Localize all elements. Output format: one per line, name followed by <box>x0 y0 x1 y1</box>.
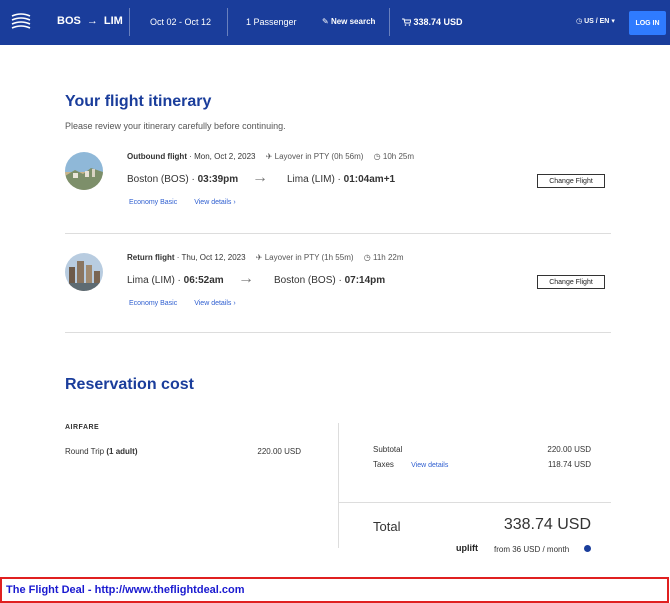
change-flight-button[interactable]: Change Flight <box>537 174 605 188</box>
round-trip-label: Round Trip <box>65 447 105 456</box>
page-title: Your flight itinerary <box>65 93 212 110</box>
taxes-row: Taxes View details 118.74 USD <box>373 460 591 469</box>
chevron-right-icon: › <box>233 199 236 206</box>
flight-date: · Thu, Oct 12, 2023 <box>174 253 246 262</box>
cart-total-amount: 338.74 USD <box>413 17 463 27</box>
destination-code: LIM <box>103 15 123 27</box>
section-divider <box>65 233 611 234</box>
fare-class-link[interactable]: Economy Basic <box>129 199 177 206</box>
departure-info: Boston (BOS) · 03:39pm <box>127 174 238 185</box>
fare-class-link[interactable]: Economy Basic <box>129 300 177 307</box>
arrow-right-icon: → <box>238 270 254 287</box>
taxes-label: Taxes <box>373 460 394 469</box>
departure-info: Lima (LIM) · 06:52am <box>127 275 224 286</box>
reservation-title: Reservation cost <box>65 376 194 393</box>
travel-dates[interactable]: Oct 02 - Oct 12 <box>150 17 211 27</box>
section-divider <box>65 332 611 333</box>
info-icon[interactable] <box>584 545 591 552</box>
flight-type: Return flight <box>127 253 175 262</box>
departure-city: Boston (BOS) · <box>127 174 198 185</box>
plane-icon: ✈ <box>265 152 273 161</box>
change-flight-button[interactable]: Change Flight <box>537 275 605 289</box>
arrival-city: Boston (BOS) · <box>274 275 345 286</box>
subtotal-label: Subtotal <box>373 445 403 454</box>
airfare-label: AIRFARE <box>65 424 100 431</box>
outbound-flight-card: Outbound flight · Mon, Oct 2, 2023 ✈ Lay… <box>65 152 611 237</box>
page-subtitle: Please review your itinerary carefully b… <box>65 121 286 131</box>
destination-photo <box>65 152 103 190</box>
header-divider <box>129 8 130 36</box>
arrival-time: 07:14pm <box>344 275 386 286</box>
destination-photo <box>65 253 103 291</box>
arrival-city: Lima (LIM) · <box>287 174 344 185</box>
flight-date: · Mon, Oct 2, 2023 <box>186 152 256 161</box>
passenger-count[interactable]: 1 Passenger <box>246 17 297 27</box>
flight-duration: 11h 22m <box>372 253 404 262</box>
top-nav-bar: BOS → LIM Oct 02 - Oct 12 1 Passenger ✎ Ne… <box>0 0 670 45</box>
flight-heading: Return flight · Thu, Oct 12, 2023 ✈ Layo… <box>127 253 404 262</box>
flight-links: Economy Basic View details › <box>129 199 236 206</box>
cart-icon <box>402 18 412 26</box>
total-label: Total <box>373 519 401 534</box>
uplift-monthly-text: from 36 USD / month <box>494 545 570 554</box>
globe-icon: ◷ <box>576 18 583 25</box>
arrow-right-icon: → <box>252 169 268 186</box>
flight-heading: Outbound flight · Mon, Oct 2, 2023 ✈ Lay… <box>127 152 414 161</box>
locale-selector[interactable]: ◷ US / EN ▾ <box>576 17 615 25</box>
flight-type: Outbound flight <box>127 152 187 161</box>
cost-column-divider <box>338 423 339 548</box>
taxes-amount: 118.74 USD <box>548 460 591 469</box>
locale-label: US / EN <box>584 18 610 25</box>
arrival-info: Lima (LIM) · 01:04am+1 <box>287 174 395 185</box>
departure-time: 06:52am <box>183 275 224 286</box>
cart-total[interactable]: 338.74 USD <box>402 17 463 27</box>
clock-icon: ◷ <box>363 253 371 262</box>
layover-info: Layover in PTY (0h 56m) <box>274 152 364 161</box>
view-details-link[interactable]: View details › <box>194 199 236 206</box>
arrival-info: Boston (BOS) · 07:14pm <box>274 275 385 286</box>
view-details-link[interactable]: View details › <box>194 300 236 307</box>
new-search-button[interactable]: ✎ New search <box>322 17 375 26</box>
taxes-view-details-link[interactable]: View details <box>411 462 448 469</box>
plane-icon: ✈ <box>255 253 263 262</box>
route-arrow-icon: → <box>86 15 98 27</box>
airline-logo-icon[interactable] <box>10 12 32 32</box>
departure-city: Lima (LIM) · <box>127 275 184 286</box>
header-divider <box>389 8 390 36</box>
flight-duration: 10h 25m <box>382 152 415 161</box>
footer-banner: The Flight Deal - http://www.theflightde… <box>0 577 669 603</box>
pencil-icon: ✎ <box>322 17 329 26</box>
origin-code: BOS <box>57 15 81 27</box>
chevron-down-icon: ▾ <box>611 18 615 25</box>
clock-icon: ◷ <box>373 152 381 161</box>
header-divider <box>227 8 228 36</box>
subtotal-row: Subtotal 220.00 USD <box>373 445 591 454</box>
round-trip-row: Round Trip (1 adult) 220.00 USD <box>65 447 301 456</box>
chevron-right-icon: › <box>233 300 236 307</box>
route-summary[interactable]: BOS → LIM <box>57 15 123 27</box>
footer-text: The Flight Deal - http://www.theflightde… <box>6 584 245 596</box>
arrival-time: 01:04am+1 <box>343 174 396 185</box>
subtotal-amount: 220.00 USD <box>547 445 591 454</box>
login-button[interactable]: LOG IN <box>629 11 666 35</box>
new-search-label: New search <box>330 17 376 26</box>
layover-info: Layover in PTY (1h 55m) <box>264 253 354 262</box>
round-trip-amount: 220.00 USD <box>257 447 301 456</box>
total-divider <box>338 502 611 503</box>
departure-time: 03:39pm <box>197 174 239 185</box>
total-amount: 338.74 USD <box>503 516 591 533</box>
round-trip-qty: (1 adult) <box>106 447 138 456</box>
uplift-logo: uplift <box>456 543 478 553</box>
flight-links: Economy Basic View details › <box>129 300 236 307</box>
return-flight-card: Return flight · Thu, Oct 12, 2023 ✈ Layo… <box>65 253 611 338</box>
